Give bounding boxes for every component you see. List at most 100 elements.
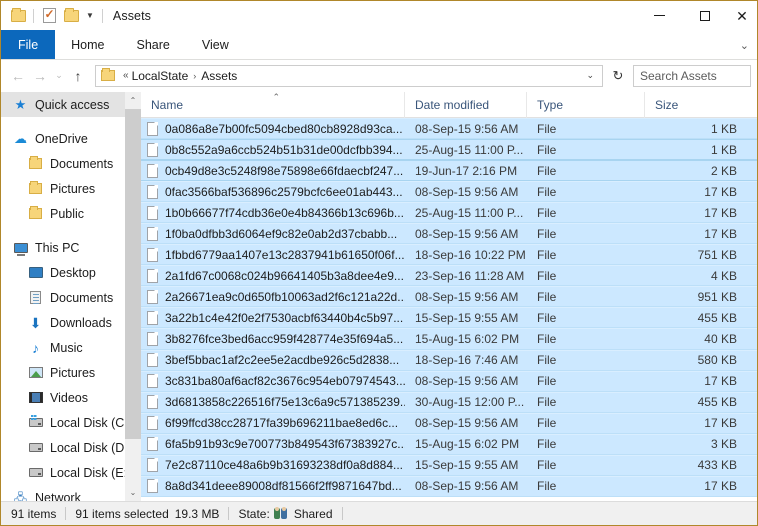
table-row[interactable]: 3d6813858c226516f75e13c6a9c571385239... … [141, 391, 757, 413]
tab-view[interactable]: View [186, 30, 245, 59]
table-row[interactable]: 3c831ba80af6acf82c3676c954eb07974543... … [141, 370, 757, 392]
file-name: 0b8c552a9a6ccb524b51b31de00dcfbb394... [165, 142, 403, 157]
column-header-type[interactable]: Type [527, 92, 645, 118]
sidebar-item-local-disk-d[interactable]: Local Disk (D:) [1, 435, 141, 460]
table-row[interactable]: 2a1fd67c0068c024b96641405b3a8dee4e9... 2… [141, 265, 757, 287]
sidebar-item-desktop[interactable]: Desktop [1, 260, 141, 285]
sidebar-item-this-pc[interactable]: This PC [1, 235, 141, 260]
recent-locations-button[interactable]: ⌄ [51, 64, 67, 88]
table-row[interactable]: 8a8d341deee89008df81566f2ff9871647bd... … [141, 475, 757, 497]
tab-share[interactable]: Share [121, 30, 186, 59]
sidebar-item-onedrive-pictures[interactable]: Pictures [1, 176, 141, 201]
cell-name: 7e2c87110ce48a6b9b31693238df0a8d884... [141, 458, 405, 473]
breadcrumb-item-localstate[interactable]: LocalState [132, 69, 189, 83]
tab-home[interactable]: Home [55, 30, 120, 59]
sidebar-item-music[interactable]: ♪ Music [1, 335, 141, 360]
file-name: 3c831ba80af6acf82c3676c954eb07974543... [165, 374, 405, 389]
search-placeholder: Search Assets [640, 68, 717, 83]
sidebar-scroll-track[interactable] [125, 109, 141, 484]
file-name: 3bef5bbac1af2c2ee5e2acdbe926c5d2838... [165, 353, 400, 368]
cell-type: File [537, 395, 557, 410]
cell-date-modified: 25-Aug-15 11:00 P... [415, 205, 524, 220]
this-pc-icon [12, 240, 29, 256]
column-label: Date modified [415, 97, 490, 112]
table-row[interactable]: 1f0ba0dfbb3d6064ef9c82e0ab2d37cbabb... 0… [141, 223, 757, 245]
cell-size: 17 KB [704, 184, 737, 199]
properties-icon[interactable] [38, 5, 60, 27]
sidebar-item-label: Network [35, 490, 81, 502]
close-button[interactable]: ✕ [727, 1, 757, 30]
column-header-size[interactable]: Size [645, 92, 757, 118]
cell-date-modified: 18-Sep-16 7:46 AM [415, 353, 519, 368]
breadcrumb-separator-icon[interactable]: › [188, 71, 201, 81]
chevron-down-icon[interactable]: ▼ [82, 11, 98, 20]
new-folder-icon[interactable] [60, 5, 82, 27]
breadcrumb[interactable]: « LocalState › Assets ⌄ [95, 64, 603, 87]
table-row[interactable]: 1b0b66677f74cdb36e0e4b84366b13c696b... 2… [141, 202, 757, 224]
cell-type: File [537, 331, 557, 346]
sidebar-item-quick-access[interactable]: ★ Quick access [1, 92, 141, 117]
scroll-up-icon[interactable]: ⌃ [125, 92, 141, 109]
sidebar-item-onedrive[interactable]: ☁ OneDrive [1, 126, 141, 151]
cell-size: 17 KB [704, 374, 737, 389]
sidebar-item-downloads[interactable]: ⬇ Downloads [1, 310, 141, 335]
column-header-date-modified[interactable]: Date modified [405, 92, 527, 118]
cell-type: File [537, 416, 557, 431]
table-row[interactable]: 3a22b1c4e42f0e2f7530acbf63440b4c5b97... … [141, 307, 757, 329]
cell-date-modified: 08-Sep-15 9:56 AM [415, 226, 519, 241]
sidebar-item-local-disk-e[interactable]: Local Disk (E:) [1, 460, 141, 485]
breadcrumb-overflow-icon[interactable]: « [120, 70, 132, 81]
column-header-name[interactable]: Name ⌃ [141, 92, 405, 118]
table-row[interactable]: 6fa5b91b93c9e700773b849543f67383927c... … [141, 433, 757, 455]
search-input[interactable]: Search Assets [633, 64, 751, 87]
sidebar-item-onedrive-public[interactable]: Public [1, 201, 141, 226]
breadcrumb-item-assets[interactable]: Assets [201, 69, 237, 83]
file-name: 7e2c87110ce48a6b9b31693238df0a8d884... [165, 458, 404, 473]
table-row[interactable]: 3bef5bbac1af2c2ee5e2acdbe926c5d2838... 1… [141, 349, 757, 371]
refresh-icon[interactable]: ↻ [607, 65, 629, 87]
expand-ribbon-icon[interactable]: ⌄ [740, 30, 749, 60]
file-name: 0fac3566baf536896c2579bcfc6ee01ab443... [165, 184, 403, 199]
table-row[interactable]: 0b8c552a9a6ccb524b51b31de00dcfbb394... 2… [141, 139, 757, 161]
status-selection-size: 19.3 MB [174, 506, 220, 521]
folder-icon [27, 156, 44, 172]
scroll-down-icon[interactable]: ⌄ [125, 484, 141, 501]
quick-access-toolbar: ▼ [7, 5, 107, 27]
status-divider-1 [65, 507, 67, 520]
table-row[interactable]: 3b8276fce3bed6acc959f428774e35f694a5... … [141, 328, 757, 350]
back-button[interactable]: ← [7, 64, 29, 88]
sidebar-scroll-thumb[interactable] [125, 109, 141, 439]
title-bar: ▼ Assets ✕ [1, 1, 757, 30]
qat-divider-2 [101, 8, 103, 23]
sidebar-item-local-disk-c[interactable]: Local Disk (C:) [1, 410, 141, 435]
sidebar-item-documents[interactable]: Documents [1, 285, 141, 310]
maximize-button[interactable] [682, 1, 727, 30]
cell-date-modified: 08-Sep-15 9:56 AM [415, 416, 519, 431]
table-row[interactable]: 0fac3566baf536896c2579bcfc6ee01ab443... … [141, 181, 757, 203]
sidebar-item-pictures[interactable]: Pictures [1, 360, 141, 385]
table-row[interactable]: 6f99ffcd38cc28717fa39b696211bae8ed6c... … [141, 412, 757, 434]
cell-size: 580 KB [697, 353, 737, 368]
cell-type: File [537, 458, 557, 473]
sidebar-scrollbar[interactable]: ⌃ ⌄ [125, 92, 141, 501]
music-icon: ♪ [32, 339, 39, 356]
file-icon [147, 184, 158, 199]
table-row[interactable]: 1fbbd6779aa1407e13c2837941b61650f06f... … [141, 244, 757, 266]
sidebar-item-videos[interactable]: Videos [1, 385, 141, 410]
sidebar-item-network[interactable]: 🖧 Network [1, 485, 141, 502]
table-row[interactable]: 0a086a8e7b00fc5094cbed80cb8928d93ca... 0… [141, 118, 757, 140]
forward-button[interactable]: → [29, 64, 51, 88]
sidebar-item-label: Local Disk (D:) [50, 440, 132, 455]
folder-properties-icon[interactable] [7, 5, 29, 27]
tab-file[interactable]: File [1, 30, 56, 59]
cell-name: 3d6813858c226516f75e13c6a9c571385239... [141, 395, 405, 410]
address-dropdown-icon[interactable]: ⌄ [580, 70, 600, 81]
table-row[interactable]: 0cb49d8e3c5248f98e75898e66fdaecbf247... … [141, 160, 757, 182]
videos-icon [27, 390, 44, 406]
sidebar-item-onedrive-documents[interactable]: Documents [1, 151, 141, 176]
sidebar-item-label: Videos [50, 390, 88, 405]
table-row[interactable]: 2a26671ea9c0d650fb10063ad2f6c121a22d... … [141, 286, 757, 308]
table-row[interactable]: 7e2c87110ce48a6b9b31693238df0a8d884... 1… [141, 454, 757, 476]
up-button[interactable]: ↑ [67, 64, 89, 88]
minimize-button[interactable] [637, 1, 682, 30]
